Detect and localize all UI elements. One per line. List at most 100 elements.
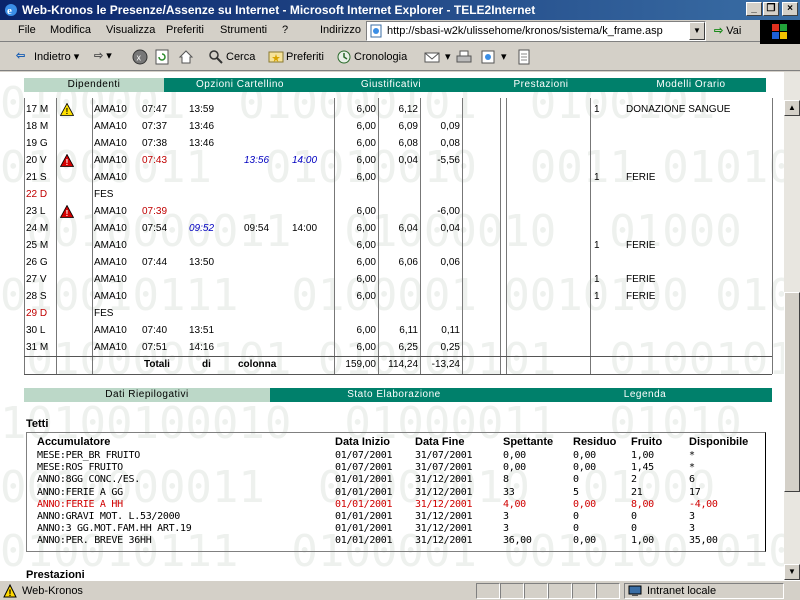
cell-n: 1 xyxy=(594,291,600,302)
tab-dati-riepilogativi[interactable]: Dati Riepilogativi xyxy=(24,388,270,402)
tetti-cell: 0 xyxy=(631,511,637,522)
cell-t2: 13:51 xyxy=(189,325,215,336)
day-row: 19 G AMA10 07:38 13:46 6,00 6,08 0,08 xyxy=(24,135,772,152)
search-label: Cerca xyxy=(226,50,256,63)
cell-day: 27 V xyxy=(26,274,47,285)
cell-t1: 07:37 xyxy=(142,121,168,132)
cell-t4: 14:00 xyxy=(292,155,318,166)
tetti-cell: 01/01/2001 xyxy=(335,498,393,510)
tetti-cell: 0 xyxy=(573,474,579,486)
back-button[interactable]: ⇦ Indietro ▾ xyxy=(16,49,79,65)
cell-note: DONAZIONE SANGUE xyxy=(626,104,731,115)
favorites-button[interactable]: Preferiti xyxy=(268,49,324,65)
tetti-cell: 3 xyxy=(503,523,509,535)
refresh-button[interactable] xyxy=(154,49,172,65)
cell-h: 6,00 xyxy=(356,121,376,132)
grid-line xyxy=(462,98,463,374)
intranet-icon xyxy=(628,585,642,596)
tetti-cell: -4,00 xyxy=(689,498,718,510)
day-row: 23 L AMA10 07:39 6,00 -6,00! xyxy=(24,203,772,220)
tab-giustificativi[interactable]: Giustificativi xyxy=(316,78,466,92)
tetti-cell: 31/12/2001 xyxy=(415,474,473,486)
forward-button[interactable]: ⇨ ▾ xyxy=(94,49,112,62)
menu-strumenti[interactable]: Strumenti xyxy=(220,24,267,36)
cell-t3: 13:56 xyxy=(244,155,270,166)
cell-h: 6,00 xyxy=(356,257,376,268)
status-text: Web-Kronos xyxy=(22,585,83,597)
tetti-cell: * xyxy=(689,462,695,474)
cell-code: AMA10 xyxy=(94,138,127,149)
cell-d: 0,08 xyxy=(440,138,460,149)
tab-opzioni-cartellino[interactable]: Opzioni Cartellino xyxy=(164,78,316,92)
tab-legenda[interactable]: Legenda xyxy=(518,388,772,402)
scroll-thumb[interactable] xyxy=(784,292,800,492)
tetti-header: Residuo xyxy=(573,436,617,448)
vertical-scrollbar[interactable]: ▲ ▼ xyxy=(784,72,800,580)
cell-t1: 07:47 xyxy=(142,104,168,115)
tetti-cell: 31/12/2001 xyxy=(415,535,473,547)
tab-dipendenti[interactable]: Dipendenti xyxy=(24,78,164,92)
minimize-button[interactable]: _ xyxy=(746,2,762,16)
menu-preferiti[interactable]: Preferiti xyxy=(166,24,204,36)
cell-n: 1 xyxy=(594,104,600,115)
tetti-cell: 0,00 xyxy=(573,498,596,510)
day-row: 18 M AMA10 07:37 13:46 6,00 6,09 0,09 xyxy=(24,118,772,135)
cell-code: AMA10 xyxy=(94,155,127,166)
favorites-label: Preferiti xyxy=(286,50,324,63)
tab-stato-elaborazione[interactable]: Stato Elaborazione xyxy=(270,388,518,402)
back-arrow-icon: ⇦ xyxy=(16,50,26,62)
tetti-header: Fruito xyxy=(631,436,663,448)
cell-t2: 14:16 xyxy=(189,342,215,353)
cell-t2: 09:52 xyxy=(189,223,215,234)
caution-warning-icon: ! xyxy=(60,103,74,116)
cell-day: 29 D xyxy=(26,308,48,319)
menu-visualizza[interactable]: Visualizza xyxy=(106,24,155,36)
back-label: Indietro xyxy=(34,50,71,63)
address-field[interactable]: http://sbasi-w2k/ulissehome/kronos/siste… xyxy=(366,21,706,41)
restore-button[interactable]: ❐ xyxy=(763,2,779,16)
menu-help[interactable]: ? xyxy=(282,24,288,36)
tetti-table: Accumulatore Data Inizio Data Fine Spettant… xyxy=(26,432,766,552)
cell-d: 0,25 xyxy=(440,342,460,353)
tetti-cell: 01/01/2001 xyxy=(335,474,393,486)
cell-t2: 13:46 xyxy=(189,121,215,132)
tab-modelli-orario[interactable]: Modelli Orario xyxy=(616,78,766,92)
tetti-cell: 1,45 xyxy=(631,462,654,474)
svg-text:!: ! xyxy=(66,107,69,116)
cell-w: 6,11 xyxy=(399,325,418,336)
go-button[interactable]: ⇨ Vai xyxy=(714,24,741,37)
cell-h: 6,00 xyxy=(356,104,376,115)
discuss-button[interactable] xyxy=(516,49,534,65)
menu-file[interactable]: File xyxy=(18,24,36,36)
search-button[interactable]: Cerca xyxy=(208,49,255,65)
refresh-icon xyxy=(155,49,169,65)
tetti-cell: 33 xyxy=(503,486,515,498)
tetti-cell: 5 xyxy=(573,486,579,498)
scroll-up-button[interactable]: ▲ xyxy=(784,100,800,116)
history-button[interactable]: Cronologia xyxy=(336,49,407,65)
svg-text:x: x xyxy=(137,53,142,63)
tab-prestazioni[interactable]: Prestazioni xyxy=(466,78,616,92)
close-button[interactable]: × xyxy=(782,2,798,16)
status-segment xyxy=(596,583,620,599)
grid-line xyxy=(24,98,25,374)
svg-text:!: ! xyxy=(9,588,12,598)
cell-w: 6,12 xyxy=(398,104,418,115)
cell-code: FES xyxy=(94,308,114,319)
cell-n: 1 xyxy=(594,274,600,285)
cell-w: 6,09 xyxy=(398,121,418,132)
edit-button[interactable]: ▾ xyxy=(480,49,507,65)
print-button[interactable] xyxy=(456,49,474,65)
home-button[interactable] xyxy=(178,49,196,65)
scroll-down-button[interactable]: ▼ xyxy=(784,564,800,580)
favorites-icon xyxy=(268,51,284,63)
stop-button[interactable]: x xyxy=(132,49,150,65)
tetti-cell: 35,00 xyxy=(689,535,718,547)
tetti-header: Data Inizio xyxy=(335,436,391,448)
cell-code: AMA10 xyxy=(94,274,127,285)
mail-button[interactable]: ▾ xyxy=(424,49,451,65)
cell-day: 25 M xyxy=(26,240,49,251)
address-dropdown-icon[interactable]: ▼ xyxy=(689,22,705,40)
cell-t1: 07:54 xyxy=(142,223,168,234)
menu-modifica[interactable]: Modifica xyxy=(50,24,91,36)
